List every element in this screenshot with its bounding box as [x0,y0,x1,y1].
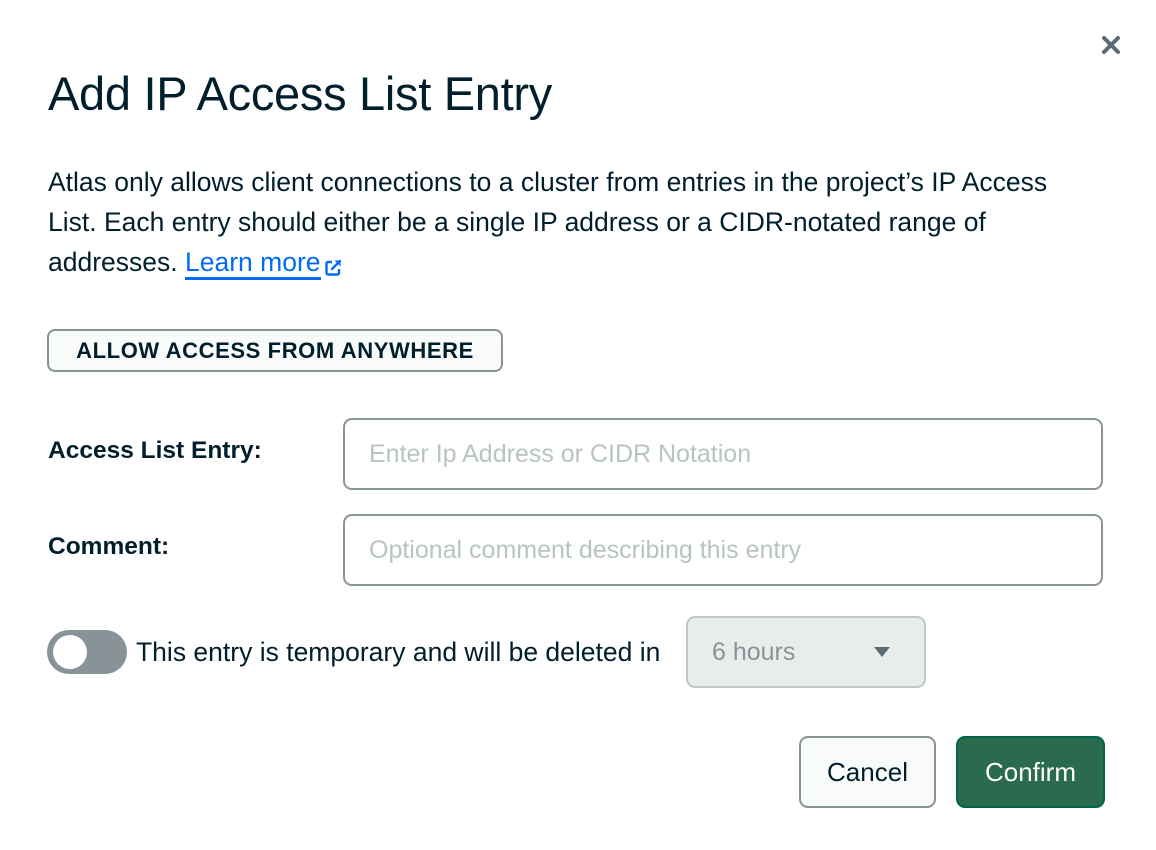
external-link-icon[interactable] [324,248,342,288]
close-button[interactable] [1096,30,1126,60]
caret-down-icon [874,647,890,657]
add-ip-access-list-modal: Add IP Access List Entry Atlas only allo… [0,0,1156,850]
cancel-button[interactable]: Cancel [799,736,936,808]
confirm-button[interactable]: Confirm [956,736,1105,808]
access-list-entry-input[interactable] [343,418,1103,490]
temporary-entry-toggle[interactable] [47,630,127,674]
temporary-entry-label: This entry is temporary and will be dele… [136,637,661,667]
duration-selected-value: 6 hours [712,637,796,666]
modal-description: Atlas only allows client connections to … [48,162,1088,288]
comment-input[interactable] [343,514,1103,586]
allow-access-from-anywhere-button[interactable]: ALLOW ACCESS FROM ANYWHERE [47,329,503,372]
temporary-duration-select[interactable]: 6 hours [686,616,926,688]
learn-more-link[interactable]: Learn more [185,247,321,280]
modal-title: Add IP Access List Entry [48,67,552,120]
close-icon[interactable] [1100,34,1122,56]
toggle-knob [53,635,87,669]
comment-label: Comment: [48,533,170,560]
access-list-entry-label: Access List Entry: [48,437,262,464]
